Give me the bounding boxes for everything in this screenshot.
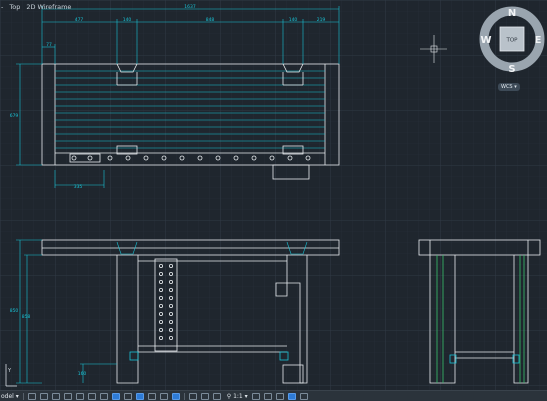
transparency-icon[interactable]	[123, 392, 132, 400]
units-icon[interactable]	[159, 392, 168, 400]
object-snap-icon[interactable]	[99, 392, 108, 400]
isodraft-icon[interactable]	[75, 392, 84, 400]
dim-left-small: 77	[46, 42, 52, 48]
viewport-menu-button[interactable]: -	[0, 3, 4, 11]
ucs-icon: Y	[5, 364, 17, 387]
annotation-scaling-icon[interactable]	[263, 392, 272, 400]
wcs-menu[interactable]: WCS ▾	[498, 83, 520, 91]
grid-toggle-icon[interactable]	[27, 392, 36, 400]
svg-text:Y: Y	[7, 368, 12, 374]
model-tab[interactable]: odel ▾	[1, 392, 19, 400]
drawing-viewport[interactable]: 1637 477 140 848 140 219 77 679 335 850 …	[0, 0, 547, 400]
quick-properties-icon[interactable]	[171, 392, 180, 400]
compass-east: E	[535, 35, 542, 46]
dim-seg-d: 140	[289, 17, 298, 23]
lineweight-icon[interactable]	[111, 392, 120, 400]
separator	[22, 392, 24, 400]
dim-bottom: 335	[74, 184, 83, 190]
compass-north: N	[508, 8, 516, 19]
view-name-button[interactable]: Top	[8, 3, 21, 11]
object-snap-tracking-icon[interactable]	[87, 392, 96, 400]
annotation-scale-label: 1:1	[233, 392, 243, 400]
dim-seg-a: 477	[75, 17, 84, 23]
dim-elev-a: 850	[10, 308, 19, 314]
view-cube[interactable]: TOP N S E W	[479, 4, 545, 74]
status-bar: odel ▾ ⚲ 1:1 ▾	[0, 390, 547, 401]
drawing-canvas: 1637 477 140 848 140 219 77 679 335 850 …	[0, 0, 547, 390]
clean-screen-icon[interactable]	[287, 392, 296, 400]
dim-seg-e: 219	[317, 17, 326, 23]
viewport-controls: - Top 2D Wireframe	[0, 1, 72, 12]
polar-tracking-icon[interactable]	[63, 392, 72, 400]
compass-west: W	[480, 35, 491, 46]
dim-height-top: 679	[10, 113, 19, 119]
lock-ui-icon[interactable]	[188, 392, 197, 400]
annotation-visibility-icon[interactable]	[212, 392, 221, 400]
customization-icon[interactable]	[299, 392, 308, 400]
annotation-monitor-icon[interactable]	[147, 392, 156, 400]
hardware-acceleration-icon[interactable]	[275, 392, 284, 400]
selection-cycling-icon[interactable]	[135, 392, 144, 400]
model-tab-label: odel	[1, 392, 14, 400]
isolate-objects-icon[interactable]	[200, 392, 209, 400]
dim-seg-c: 848	[206, 17, 215, 23]
separator	[183, 392, 185, 400]
dim-overall-width: 1637	[184, 4, 196, 10]
workspace-switching-icon[interactable]	[251, 392, 260, 400]
dim-small-bottom: 160	[78, 371, 87, 377]
view-cube-face-label: TOP	[505, 38, 518, 44]
ortho-icon[interactable]	[51, 392, 60, 400]
visual-style-button[interactable]: 2D Wireframe	[25, 3, 72, 11]
snap-mode-icon[interactable]	[39, 392, 48, 400]
dim-seg-b: 140	[123, 17, 132, 23]
wcs-label: WCS	[501, 84, 513, 90]
annotation-scale-menu[interactable]: ⚲ 1:1 ▾	[227, 392, 248, 400]
dim-elev-b: 858	[22, 314, 31, 320]
grid-background	[0, 0, 547, 390]
compass-south: S	[508, 64, 515, 74]
